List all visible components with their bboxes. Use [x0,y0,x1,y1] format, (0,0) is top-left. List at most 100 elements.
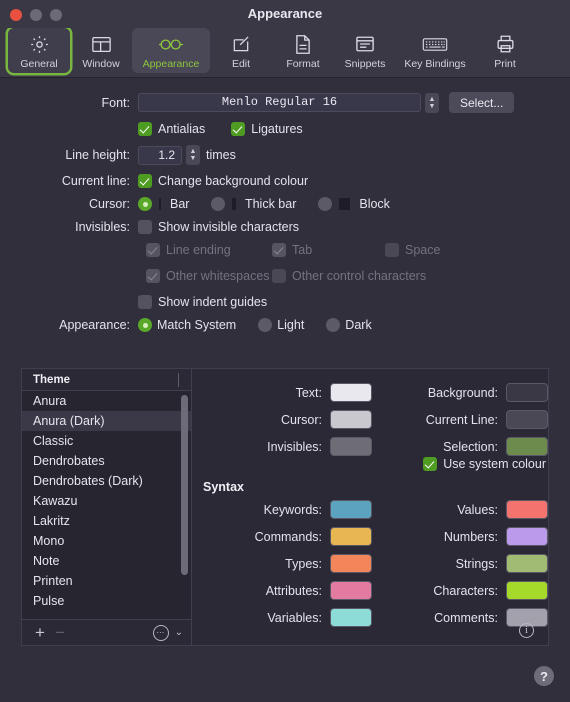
variables-color-label: Variables: [267,610,322,625]
show-invisible-characters-label: Show invisible characters [158,220,300,234]
appearance-option-match-system-label: Match System [157,318,237,332]
tab-print[interactable]: Print [474,28,536,73]
column-divider-handle[interactable] [178,373,179,387]
tab-format[interactable]: Format [272,28,334,73]
commands-color-label: Commands: [254,529,322,544]
appearance-option-dark-label: Dark [345,318,372,332]
list-item[interactable]: Printen [22,571,191,591]
window-layout-icon [91,32,112,56]
appearance-option-match-system[interactable]: Match System [138,318,236,332]
ligatures-checkbox[interactable]: Ligatures [231,122,303,136]
list-item[interactable]: Mono [22,531,191,551]
checkbox-box [138,220,152,234]
appearance-mode-label: Appearance: [59,318,130,332]
attributes-color-swatch[interactable] [330,581,372,600]
values-color-swatch[interactable] [506,500,548,519]
tab-window[interactable]: Window [70,28,132,73]
glasses-icon [158,32,185,56]
line-height-stepper[interactable]: ▲ ▼ [186,145,200,165]
list-item[interactable]: Dendrobates [22,451,191,471]
list-item[interactable]: Kawazu [22,491,191,511]
strings-color-swatch[interactable] [506,554,548,573]
add-theme-button[interactable]: + [30,624,50,641]
font-size-stepper[interactable]: ▲ ▼ [425,92,439,113]
font-row: Font: Menlo Regular 16 ▲ ▼ Select... [0,92,570,113]
color-row-numbers: Numbers: [372,523,548,550]
tab-general[interactable]: General [8,28,70,73]
space-checkbox[interactable]: Space [385,243,440,257]
ligatures-label: Ligatures [251,122,303,136]
checkbox-box [272,269,286,283]
other-control-characters-checkbox[interactable]: Other control characters [272,269,426,283]
keywords-color-label: Keywords: [263,502,322,517]
text-color-swatch[interactable] [330,383,372,402]
tab-key-bindings[interactable]: Key Bindings [396,28,474,73]
background-color-swatch[interactable] [506,383,548,402]
checkbox-box [272,243,286,257]
use-system-colour-row: Use system colour [372,457,548,471]
window-title: Appearance [247,6,323,21]
list-item[interactable]: Pulse [22,591,191,611]
radio-dot [326,318,341,332]
general-colors-right: Background: Current Line: Selection: Use… [372,379,548,471]
tab-edit[interactable]: Edit [210,28,272,73]
line-height-row: Line height: 1.2 ▲ ▼ times [0,145,570,165]
current-line-row: Current line: Change background colour [0,174,570,188]
font-options-row: Antialias Ligatures [0,122,570,136]
list-item[interactable]: Anura (Dark) [22,411,191,431]
list-item[interactable]: Lakritz [22,511,191,531]
select-font-button[interactable]: Select... [449,92,515,113]
remove-theme-button[interactable]: − [50,624,70,641]
line-ending-checkbox[interactable]: Line ending [146,243,231,257]
theme-list-scrollbar[interactable] [181,395,188,575]
cursor-option-bar[interactable]: Bar [138,197,189,211]
cursor-option-thick-bar[interactable]: Thick bar [211,197,296,211]
invisibles-color-swatch[interactable] [330,437,372,456]
list-item[interactable]: Anura [22,391,191,411]
radio-dot [138,197,152,211]
show-invisible-characters-checkbox[interactable]: Show invisible characters [138,220,299,234]
help-button[interactable]: ? [534,666,554,686]
appearance-option-dark[interactable]: Dark [326,318,372,332]
characters-color-swatch[interactable] [506,581,548,600]
info-icon[interactable]: i [519,623,534,638]
font-field[interactable]: Menlo Regular 16 [138,93,421,112]
theme-actions-button[interactable]: ⋯ [152,624,169,641]
current-line-color-swatch[interactable] [506,410,548,429]
tab-snippets[interactable]: Snippets [334,28,396,73]
color-row-commands: Commands: [192,523,372,550]
show-indent-guides-checkbox[interactable]: Show indent guides [138,295,267,309]
keywords-color-swatch[interactable] [330,500,372,519]
tab-checkbox[interactable]: Tab [272,243,312,257]
commands-color-swatch[interactable] [330,527,372,546]
theme-list[interactable]: Anura Anura (Dark) Classic Dendrobates D… [22,391,191,619]
tab-general-label: General [20,58,58,70]
syntax-section-heading: Syntax [203,480,244,494]
theme-editor-panel: Theme Anura Anura (Dark) Classic Dendrob… [21,368,549,646]
list-item[interactable]: Classic [22,431,191,451]
selection-color-swatch[interactable] [506,437,548,456]
appearance-option-light[interactable]: Light [258,318,304,332]
document-icon [294,32,312,56]
cursor-row: Cursor: Bar Thick bar Block [0,197,570,211]
numbers-color-swatch[interactable] [506,527,548,546]
list-item[interactable]: Dendrobates (Dark) [22,471,191,491]
color-row-current-line: Current Line: [372,406,548,433]
variables-color-swatch[interactable] [330,608,372,627]
line-height-input[interactable]: 1.2 [138,145,182,165]
appearance-settings-form: Font: Menlo Regular 16 ▲ ▼ Select... Anti… [0,78,570,332]
other-whitespaces-checkbox[interactable]: Other whitespaces [146,269,270,283]
list-item[interactable]: Note [22,551,191,571]
cursor-label: Cursor: [89,197,130,211]
use-system-colour-checkbox[interactable]: Use system colour [423,457,546,471]
invisibles-suboptions-row-2: Other whitespaces Other control characte… [0,269,570,288]
cursor-color-swatch[interactable] [330,410,372,429]
tab-appearance[interactable]: Appearance [132,28,210,73]
change-background-colour-checkbox[interactable]: Change background colour [138,174,308,188]
antialias-checkbox[interactable]: Antialias [138,122,205,136]
types-color-swatch[interactable] [330,554,372,573]
checkbox-box [146,243,160,257]
chevron-down-icon[interactable]: ⌄ [175,627,183,638]
cursor-option-block[interactable]: Block [318,197,390,211]
current-line-color-label: Current Line: [425,412,498,427]
